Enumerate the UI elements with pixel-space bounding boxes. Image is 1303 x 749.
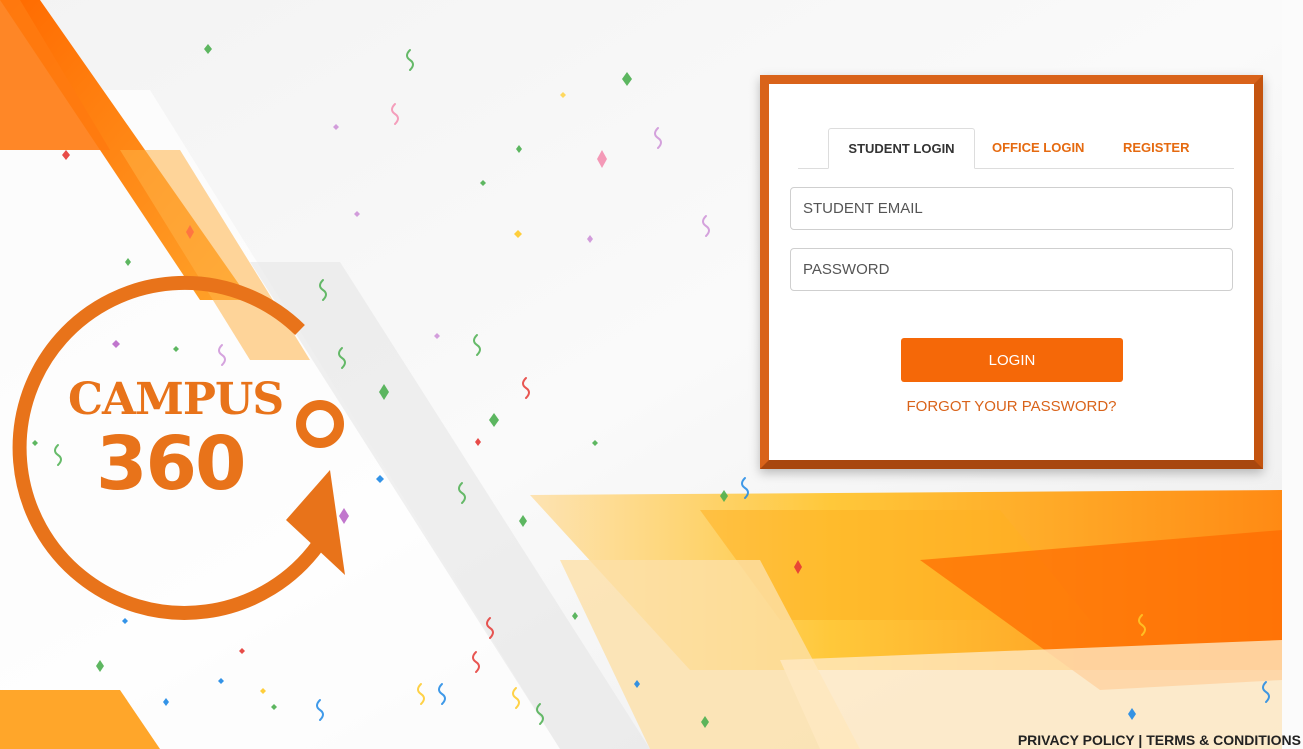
password-input[interactable]	[790, 248, 1233, 291]
tab-register[interactable]: REGISTER	[1123, 128, 1189, 168]
logo-wordmark: CAMPUS 360	[68, 374, 308, 507]
privacy-policy-link[interactable]: PRIVACY POLICY	[1018, 732, 1135, 748]
tab-student-login[interactable]: STUDENT LOGIN	[828, 128, 975, 169]
tab-office-login[interactable]: OFFICE LOGIN	[992, 128, 1084, 168]
logo-number: 360	[96, 421, 246, 507]
login-button[interactable]: LOGIN	[901, 338, 1123, 382]
login-card: STUDENT LOGIN OFFICE LOGIN REGISTER LOGI…	[760, 75, 1263, 469]
login-tabs: STUDENT LOGIN OFFICE LOGIN REGISTER	[798, 128, 1234, 169]
student-email-input[interactable]	[790, 187, 1233, 230]
footer-separator: |	[1134, 732, 1147, 748]
terms-conditions-link[interactable]: TERMS & CONDITIONS	[1146, 732, 1301, 748]
footer-links: PRIVACY POLICY | TERMS & CONDITIONS	[1018, 732, 1301, 748]
forgot-password-link[interactable]: FORGOT YOUR PASSWORD?	[769, 398, 1254, 415]
logo-word: CAMPUS	[68, 374, 284, 425]
